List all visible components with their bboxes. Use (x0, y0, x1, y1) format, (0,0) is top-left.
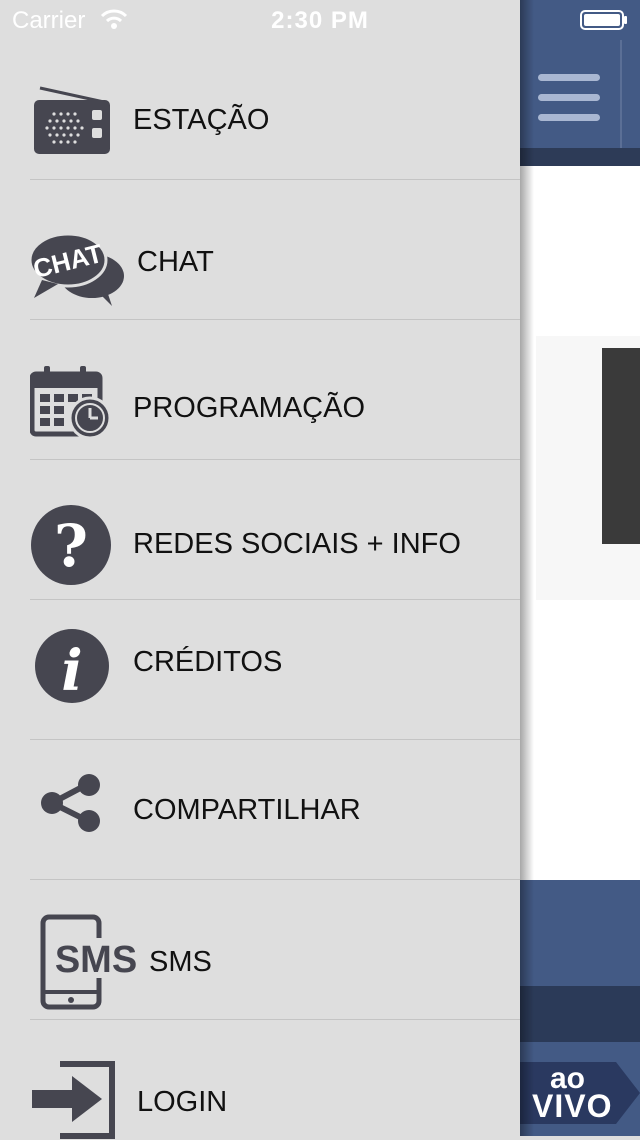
hamburger-line (538, 74, 600, 81)
menu-item-compartilhar[interactable]: COMPARTILHAR (0, 740, 520, 880)
chat-bubbles-icon: CHAT (28, 232, 124, 306)
calendar-clock-icon (30, 366, 112, 440)
hamburger-line (538, 114, 600, 121)
content-image (602, 348, 640, 544)
share-icon (41, 774, 100, 832)
menu-item-label: COMPARTILHAR (133, 794, 361, 826)
login-icon (32, 1061, 115, 1139)
main-screen: ao VIVO (520, 0, 640, 1136)
player-bar (520, 880, 640, 986)
menu-item-label: CRÉDITOS (133, 646, 283, 678)
sms-icon-text: SMS (55, 939, 136, 981)
svg-text:i: i (61, 638, 82, 704)
hamburger-menu-button[interactable] (538, 70, 602, 126)
top-bar-divider (620, 40, 622, 148)
drawer-shadow (520, 0, 534, 1136)
menu-item-login[interactable]: LOGIN (0, 1020, 520, 1139)
side-drawer-menu: ESTAÇÃO CHAT CHAT PROGRAMAÇÃO ? REDES SO… (0, 0, 520, 1139)
svg-text:?: ? (54, 512, 88, 580)
menu-item-label: CHAT (137, 246, 214, 278)
menu-item-creditos[interactable]: i CRÉDITOS (0, 600, 520, 740)
menu-item-label: REDES SOCIAIS + INFO (133, 528, 461, 560)
menu-item-redes-sociais[interactable]: ? REDES SOCIAIS + INFO (0, 460, 520, 600)
sms-phone-icon: SMS (40, 914, 136, 1010)
status-bar: Carrier 2:30 PM (0, 0, 640, 40)
menu-item-label: PROGRAMAÇÃO (133, 392, 366, 424)
status-time: 2:30 PM (271, 7, 369, 34)
live-button[interactable]: ao VIVO (520, 1062, 640, 1124)
live-label-bottom: VIVO (532, 1088, 613, 1124)
question-mark-icon: ? (31, 505, 111, 585)
hamburger-line (538, 94, 600, 101)
menu-item-estacao[interactable]: ESTAÇÃO (0, 40, 520, 180)
menu-item-sms[interactable]: SMS SMS (0, 880, 520, 1020)
player-strip (520, 986, 640, 1042)
menu-item-programacao[interactable]: PROGRAMAÇÃO (0, 320, 520, 460)
menu-item-label: ESTAÇÃO (133, 104, 270, 136)
menu-item-chat[interactable]: CHAT CHAT (0, 180, 520, 320)
top-bar-strip (520, 148, 640, 166)
menu-item-label: LOGIN (137, 1086, 228, 1118)
radio-icon (34, 86, 110, 154)
battery-icon (580, 10, 627, 30)
menu-item-label: SMS (149, 946, 212, 978)
info-icon: i (35, 629, 109, 704)
main-content-area (520, 166, 640, 880)
